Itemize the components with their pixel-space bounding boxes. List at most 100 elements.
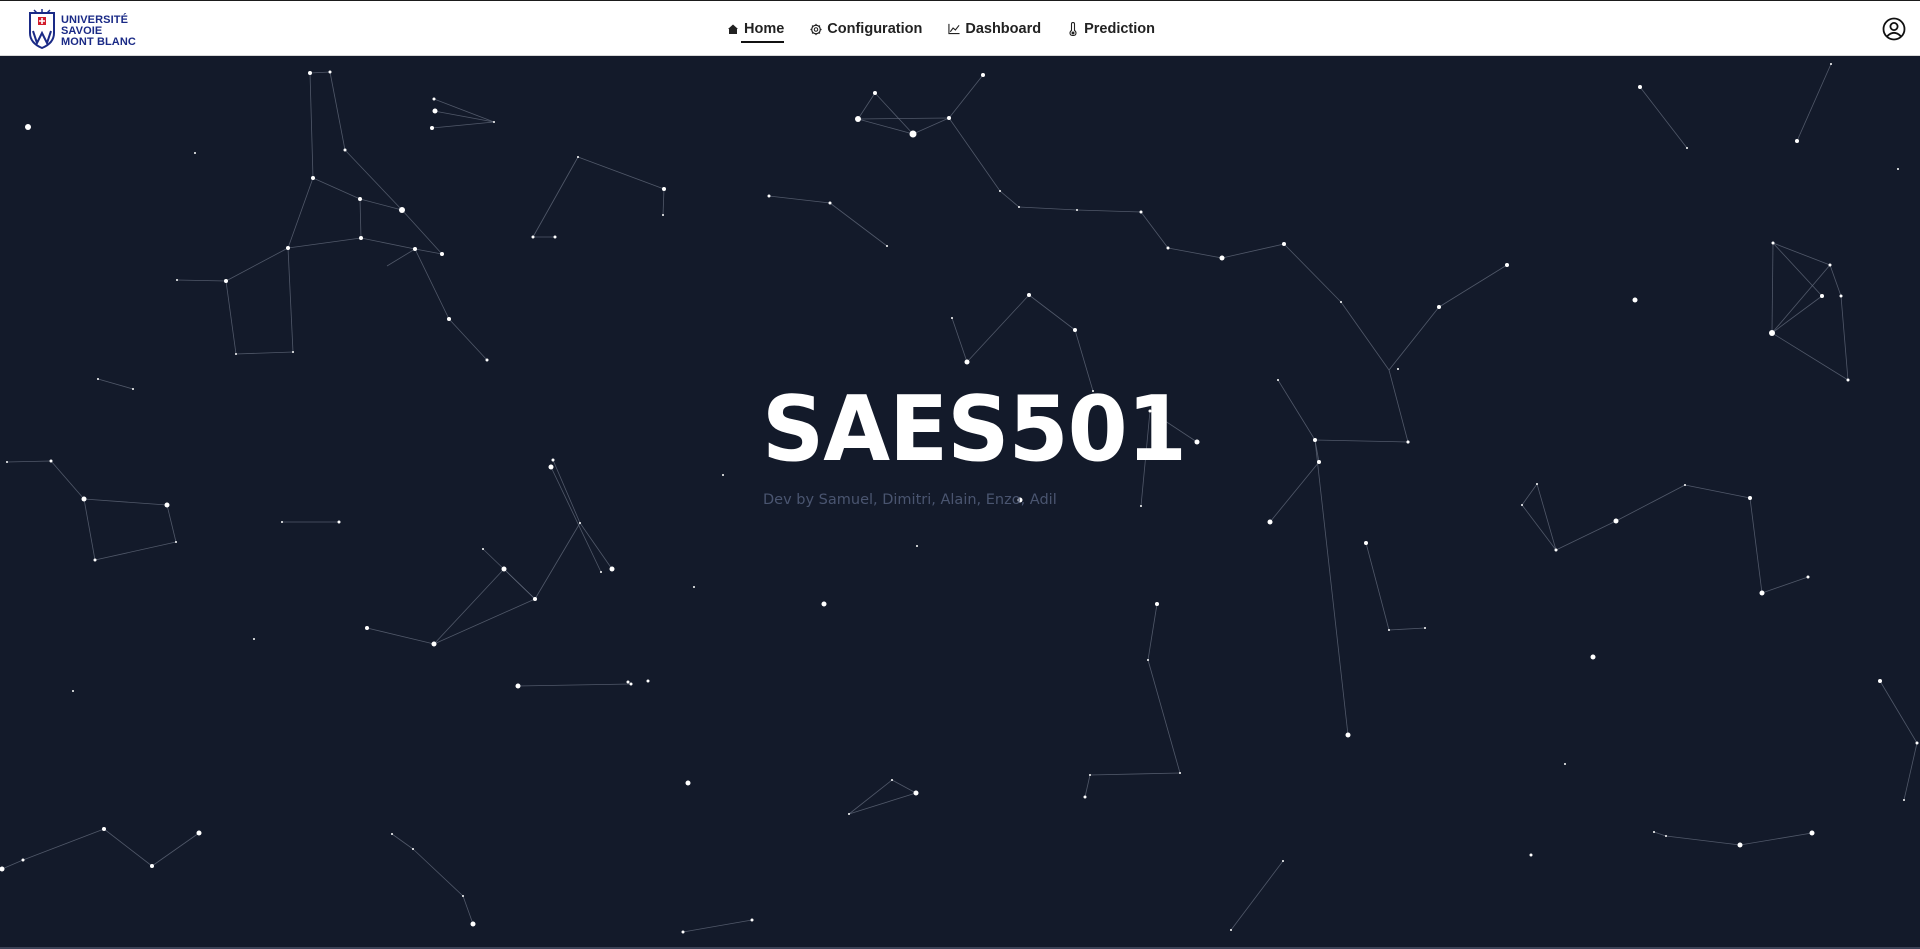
constellation-line [912,117,950,135]
star-particle [1388,629,1390,631]
star-particle [432,97,436,101]
nav-prediction[interactable]: Prediction [1067,14,1155,44]
star-particle [1737,842,1743,848]
constellation-line [1018,206,1078,211]
star-particle [175,541,177,543]
constellation-line [1340,301,1390,371]
star-particle [629,682,633,686]
star-particle [482,548,484,550]
star-particle [609,566,615,572]
star-particle [224,279,228,283]
constellation-line [768,195,831,204]
star-particle [6,461,8,463]
star-particle [81,496,87,502]
star-particle [1653,831,1655,833]
star-particle [1230,929,1232,931]
constellation-line [83,498,168,506]
star-particle [626,680,630,684]
nav-home[interactable]: Home [727,14,785,44]
hero: SAES501 Dev by Samuel, Dimitri, Alain, E… [762,380,1187,509]
constellation-line [433,110,495,123]
constellation-line [966,294,1030,363]
constellation-line [414,248,450,320]
star-particle [164,502,170,508]
constellation-line [1615,484,1686,522]
constellation-line [1829,264,1842,297]
star-particle [1397,368,1399,370]
star-particle [999,190,1001,192]
star-particle [1686,147,1688,149]
constellation-line [151,832,200,867]
constellation-line [1388,369,1409,443]
star-particle [1282,860,1284,862]
constellation-line [1,859,24,870]
star-particle [600,571,602,573]
star-particle [337,520,341,524]
star-particle [150,864,154,868]
constellation-line [948,117,1001,192]
constellation-line [1089,772,1181,776]
star-particle [1147,659,1149,661]
constellation-line [857,118,914,135]
star-particle [399,207,405,213]
star-particle [358,197,362,201]
constellation-line [1536,483,1557,551]
star-particle [1282,242,1286,246]
star-particle [1437,305,1441,309]
constellation-line [1840,295,1849,381]
star-particle [947,116,951,120]
constellation-line [1147,659,1181,774]
star-particle [828,201,832,205]
constellation-line [433,98,495,123]
star-particle [553,235,557,239]
constellation-line [433,568,505,645]
constellation-line [857,117,950,120]
star-particle [493,121,495,123]
constellation-line [874,92,914,135]
constellation-line [682,919,753,933]
star-particle [447,317,451,321]
constellation-line [431,121,495,129]
user-account-button[interactable] [1882,17,1906,41]
star-particle [964,359,970,365]
nav-prediction-label: Prediction [1084,21,1155,37]
star-particle [579,522,581,524]
constellation-line [359,198,403,211]
nav-dashboard[interactable]: Dashboard [948,14,1041,44]
nav-configuration[interactable]: Configuration [810,14,922,44]
star-particle [909,130,917,138]
star-particle [1613,518,1619,524]
constellation-line [1653,831,1667,837]
nav-configuration-label: Configuration [827,21,923,37]
constellation-line [1521,504,1557,551]
star-particle [533,597,537,601]
star-particle [1529,853,1533,857]
star-particle [848,813,850,815]
constellation-line [448,318,488,361]
star-particle [281,521,283,523]
star-particle [176,279,178,281]
constellation-line [287,237,362,249]
star-particle [681,930,685,934]
constellation-line [999,190,1020,208]
constellation-line [344,149,403,211]
star-particle [1155,602,1159,606]
star-particle [531,235,535,239]
constellation-line [309,71,331,74]
star-particle [1828,263,1832,267]
university-logo[interactable]: UNIVERSITÉ SAVOIE MONT BLANC [27,8,136,52]
star-particle [1505,263,1509,267]
star-particle [21,858,25,862]
star-particle [1903,799,1905,801]
constellation-line [433,598,536,645]
constellation-line [517,683,632,687]
star-particle [412,848,414,850]
constellation-line [312,177,361,200]
star-particle [49,459,53,463]
logo-text: UNIVERSITÉ SAVOIE MONT BLANC [61,14,136,48]
home-icon [727,22,739,36]
constellation-line [462,895,474,925]
thermometer-icon [1067,22,1079,36]
constellation-line [829,202,888,247]
constellation-line [1269,461,1320,523]
